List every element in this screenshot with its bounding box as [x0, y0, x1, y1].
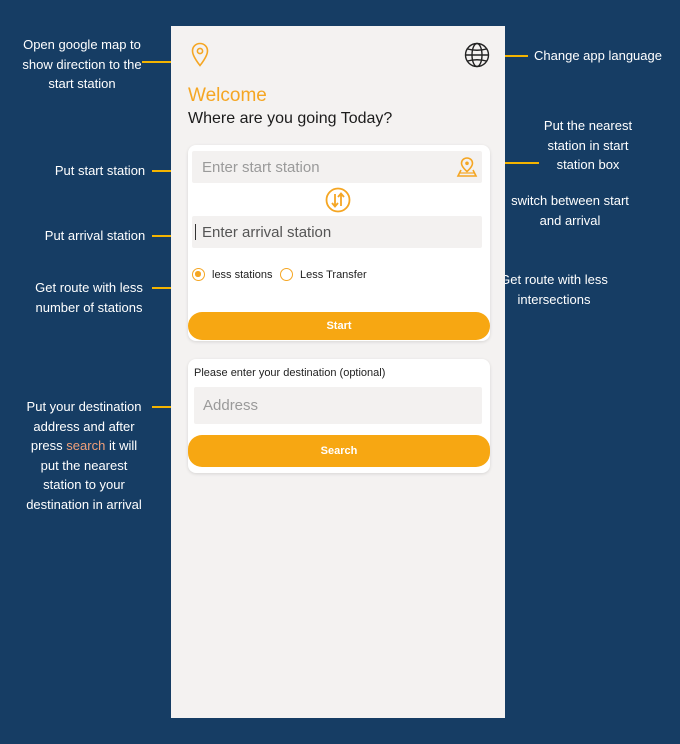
welcome-heading: Welcome [188, 85, 267, 106]
search-button[interactable]: Search [188, 435, 490, 467]
arrival-station-input[interactable]: Enter arrival station [192, 216, 482, 248]
radio-less-transfer[interactable] [280, 268, 293, 281]
note-less-transfer: Get route with less intersections [500, 272, 608, 307]
swap-arrows-icon[interactable] [325, 187, 351, 213]
note-destination: Put your destination address and after p… [26, 399, 142, 512]
start-button[interactable]: Start [188, 312, 490, 340]
radio-less-stations[interactable] [192, 268, 205, 281]
destination-label: Please enter your destination (optional) [194, 367, 386, 379]
app-screen: Welcome Where are you going Today? Enter… [171, 26, 505, 718]
note-language: Change app language [534, 48, 662, 63]
option-less-transfer-label[interactable]: Less Transfer [300, 269, 367, 281]
page-subtitle: Where are you going Today? [188, 110, 393, 127]
note-arrival: Put arrival station [44, 228, 146, 243]
start-station-input[interactable]: Enter start station [192, 151, 482, 183]
text-cursor [195, 224, 196, 240]
note-nearest: Put the nearest station in start station… [543, 118, 633, 172]
note-less-stations: Get route with less number of stations [35, 280, 143, 315]
note-switch: switch between start and arrival [511, 193, 629, 228]
note-start: Put start station [54, 163, 146, 178]
option-less-stations-label[interactable]: less stations [212, 269, 273, 281]
globe-icon[interactable] [464, 42, 490, 68]
note-map: Open google map to show direction to the… [22, 37, 142, 91]
map-pin-icon[interactable] [191, 42, 209, 68]
address-input[interactable]: Address [194, 387, 482, 424]
destination-card: Please enter your destination (optional)… [188, 359, 490, 473]
location-map-icon[interactable] [456, 156, 478, 178]
route-card: Enter start station Enter arrival statio… [188, 145, 490, 341]
